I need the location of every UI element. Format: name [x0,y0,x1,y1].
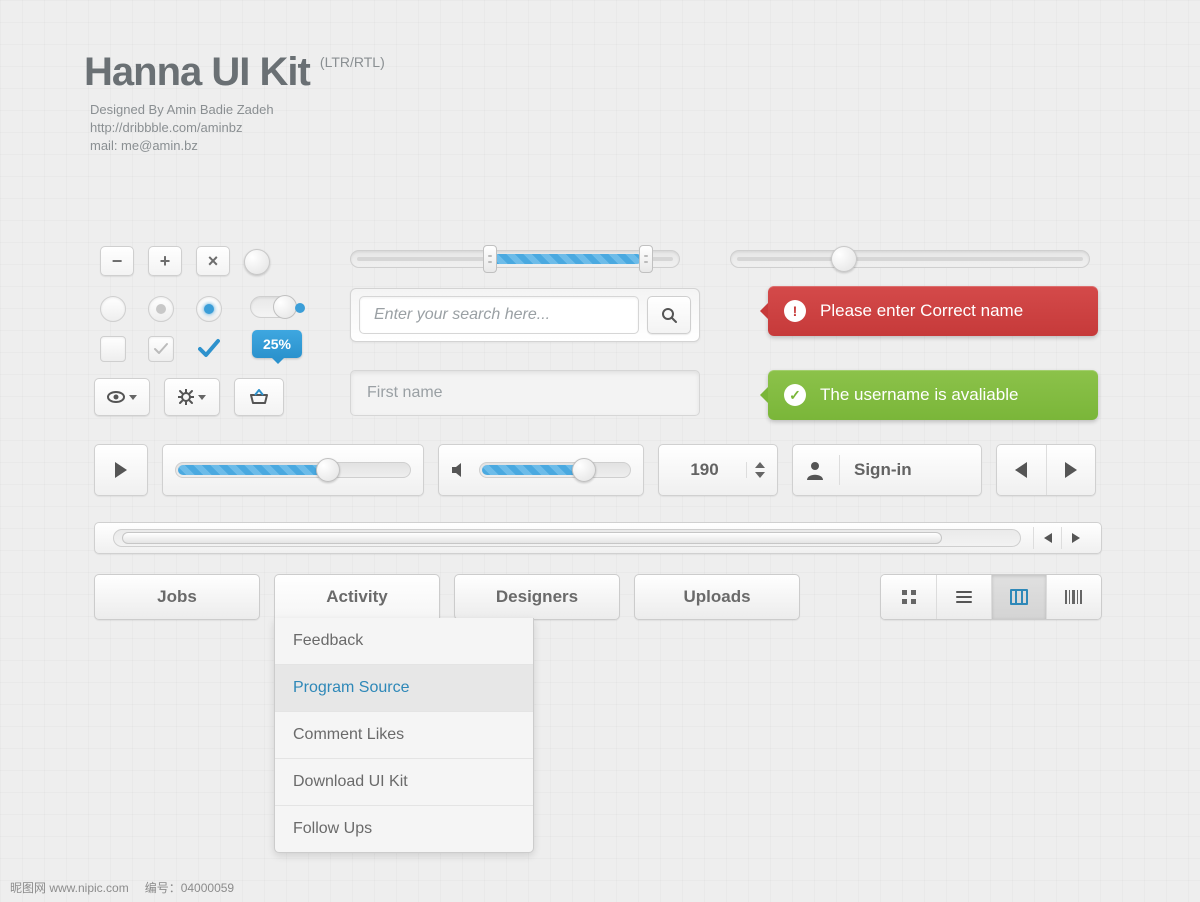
checkbox-grey-check[interactable] [148,336,174,362]
next-button[interactable] [1047,462,1096,478]
tab-designers[interactable]: Designers [454,574,620,620]
dropdown-item-download[interactable]: Download UI Kit [275,758,533,805]
view-grid[interactable] [881,575,936,619]
seek-panel [162,444,424,496]
basket-icon [249,389,269,405]
search-button[interactable] [647,296,691,334]
scrollbar-thumb[interactable] [122,532,942,544]
volume-icon [451,462,467,478]
check-icon: ✓ [784,384,806,406]
page-title: Hanna UI Kit (LTR/RTL) [84,50,385,95]
gear-icon [178,389,194,405]
checkbox-group [100,336,222,362]
range-slider[interactable] [350,250,680,268]
chevron-down-icon [129,395,137,400]
alert-success: ✓ The username is avaliable [768,370,1098,420]
chevron-down-icon [198,395,206,400]
check-blue-icon [198,338,220,360]
user-icon [805,460,825,480]
scroll-right-button[interactable] [1061,527,1089,549]
chevron-left-icon [1044,533,1052,543]
tab-jobs[interactable]: Jobs [94,574,260,620]
dropdown-item-followups[interactable]: Follow Ups [275,805,533,852]
media-controls-row: 190 Sign-in [94,444,1100,496]
search-box [350,288,700,342]
error-icon: ! [784,300,806,322]
dropdown-item-feedback[interactable]: Feedback [275,618,533,664]
prev-next-group [996,444,1096,496]
knob-control[interactable] [244,249,270,275]
settings-dropdown[interactable] [164,378,220,416]
signin-button[interactable]: Sign-in [792,444,982,496]
basket-button[interactable] [234,378,284,416]
slider-thumb[interactable] [831,246,857,272]
close-button[interactable]: × [196,246,230,276]
search-input[interactable] [359,296,639,334]
chevron-left-icon [1015,462,1027,478]
minus-button[interactable]: − [100,246,134,276]
range-handle-right[interactable] [639,245,653,273]
alert-error: ! Please enter Correct name [768,286,1098,336]
chevron-right-icon [1065,462,1077,478]
volume-panel [438,444,644,496]
range-fill [491,254,641,264]
seek-slider[interactable] [175,462,411,478]
range-handle-left[interactable] [483,245,497,273]
prev-button[interactable] [997,445,1047,495]
play-icon [115,462,127,478]
dropdown-item-program-source[interactable]: Program Source [275,664,533,711]
volume-slider[interactable] [479,462,631,478]
tabs: Jobs Activity Designers Uploads [94,574,800,620]
number-stepper[interactable]: 190 [658,444,778,496]
firstname-input[interactable] [350,370,700,416]
checkbox-blue-check[interactable] [196,336,222,362]
radio-selected[interactable] [196,296,222,322]
subtitle: Designed By Amin Badie Zadeh http://drib… [84,101,385,155]
stepper-value: 190 [671,460,738,480]
visibility-dropdown[interactable] [94,378,150,416]
scroll-left-button[interactable] [1033,527,1061,549]
icon-button-group: − + × [100,246,274,276]
plus-button[interactable]: + [148,246,182,276]
footer: 昵图网 www.nipic.com 编号：04000059 [10,879,234,896]
eye-icon [107,391,125,403]
view-switcher [880,574,1102,620]
activity-dropdown: Feedback Program Source Comment Likes Do… [274,618,534,853]
tooltip-badge: 25% [252,330,302,358]
barcode-icon [1065,590,1083,604]
check-grey-icon [153,341,169,357]
list-icon [956,589,972,605]
play-button[interactable] [94,444,148,496]
radio-disabled[interactable] [148,296,174,322]
mini-dropdown-group [94,378,284,416]
toggle-switch[interactable] [250,296,296,318]
header: Hanna UI Kit (LTR/RTL) Designed By Amin … [84,50,385,155]
simple-slider[interactable] [730,250,1090,268]
chevron-right-icon [1072,533,1080,543]
stepper-down[interactable] [755,472,765,478]
checkbox-empty[interactable] [100,336,126,362]
view-columns[interactable] [991,575,1046,619]
radio-empty[interactable] [100,296,126,322]
view-list[interactable] [936,575,991,619]
stepper-up[interactable] [755,462,765,468]
dropdown-item-comment-likes[interactable]: Comment Likes [275,711,533,758]
search-icon [660,306,678,324]
grid-icon [901,589,917,605]
radio-group [100,296,222,322]
tab-activity[interactable]: Activity [274,574,440,620]
view-barcode[interactable] [1046,575,1101,619]
columns-icon [1010,589,1028,605]
horizontal-scrollbar[interactable] [94,522,1102,554]
tab-uploads[interactable]: Uploads [634,574,800,620]
